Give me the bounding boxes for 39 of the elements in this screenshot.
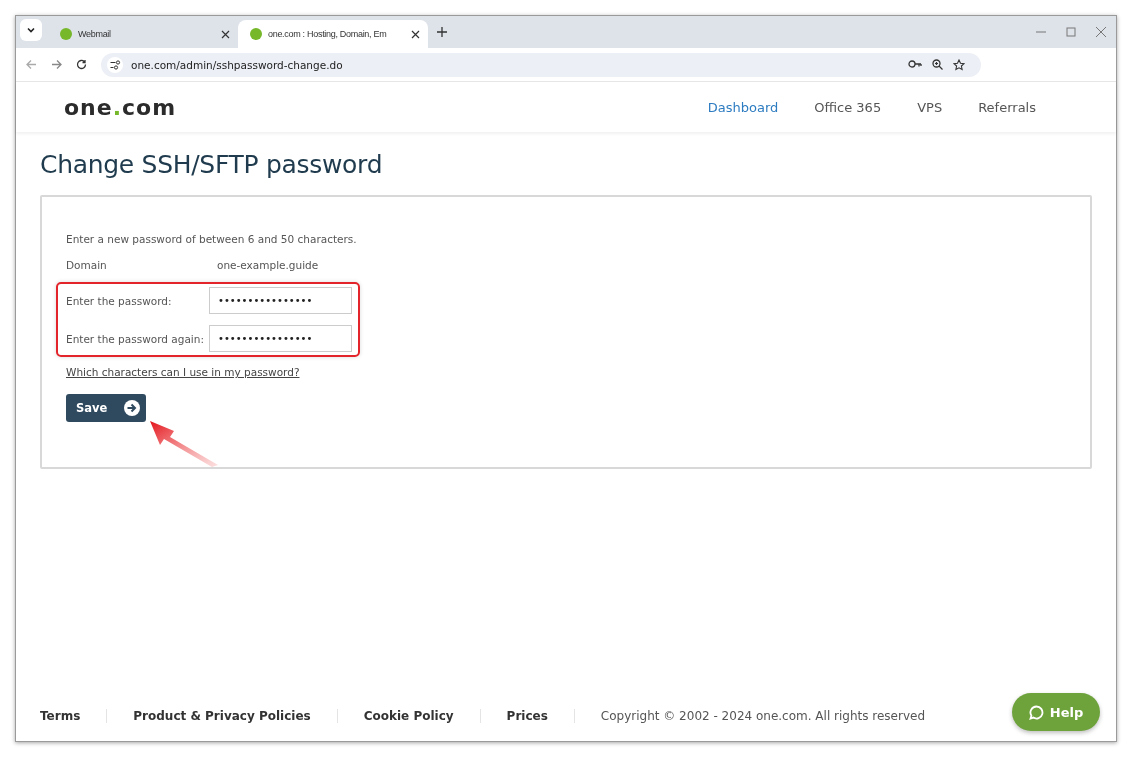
reload-icon[interactable] [76,59,87,70]
close-icon[interactable] [221,29,230,39]
footer-link[interactable]: Terms [40,709,108,723]
site-settings-icon[interactable] [107,56,123,73]
footer-link[interactable]: Prices [506,709,575,723]
domain-value: one-example.guide [217,259,319,271]
domain-label: Domain [66,259,108,271]
chat-bubble-icon [1028,704,1044,720]
arrow-drawing [148,419,220,467]
new-tab-icon[interactable] [437,27,447,37]
nav-link[interactable]: Office 365 [814,99,882,115]
field-label: Enter the password again: [66,332,205,345]
key-icon[interactable] [908,58,922,69]
nav-link[interactable]: Dashboard [707,99,779,115]
copyright-text: Copyright © 2002 - 2024 one.com. All rights reserved [600,709,926,723]
nav-link[interactable]: Referrals [978,99,1036,115]
browser-tab[interactable]: Webmail [48,20,238,48]
caret-icon [26,25,36,35]
arrow-circle-icon [124,400,140,416]
close-icon[interactable] [411,29,420,39]
forward-icon[interactable] [51,59,62,70]
zoom-icon[interactable] [932,58,943,70]
field-label: Enter the password: [66,294,173,307]
browser-tab[interactable]: one.com : Hosting, Domain, Em [238,20,428,48]
footer-link[interactable]: Product & Privacy Policies [133,709,338,723]
page-title: Change SSH/SFTP password [40,150,384,179]
favicon-icon [250,28,262,40]
nav-link[interactable]: VPS [917,99,943,115]
instruction-text: Enter a new password of between 6 and 50 characters. [66,233,358,245]
favicon-icon [60,28,72,40]
tab-menu-button[interactable] [20,19,42,41]
address-bar[interactable]: one.com/admin/sshpassword-change.do [101,52,981,77]
star-icon[interactable] [953,58,965,71]
help-link[interactable]: Which characters can I use in my password? [66,366,300,378]
logo[interactable]: one.com [64,94,177,120]
footer-link[interactable]: Cookie Policy [363,709,481,723]
password-field[interactable]: •••••••••••••••• [209,287,352,314]
save-button[interactable]: Save [66,394,146,422]
password-field[interactable]: •••••••••••••••• [209,325,352,352]
